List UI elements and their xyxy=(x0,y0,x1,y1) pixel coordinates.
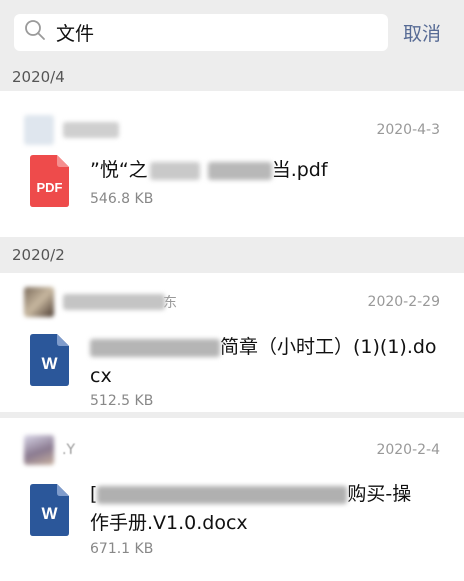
sender-row: 2020-4-3 xyxy=(0,112,464,148)
file-name: [购买-操 作手册.V1.0.docx xyxy=(90,483,412,534)
section-header-2020-4: 2020/4 xyxy=(12,68,65,86)
word-file-icon: W xyxy=(30,334,69,386)
file-row: PDF ”悦“之 当.pdf 546.8 KB xyxy=(0,155,464,209)
file-list-item[interactable]: 东 2020-2-29 W 简章（小时工）(1)(1).docx 512.5 K… xyxy=(0,273,464,412)
word-file-icon: W xyxy=(30,484,69,536)
file-row: W 简章（小时工）(1)(1).docx 512.5 KB xyxy=(0,334,464,411)
file-list-item[interactable]: .Y 2020-2-4 W [购买-操 作手册.V1.0.docx 671.1 … xyxy=(0,418,464,581)
file-size: 512.5 KB xyxy=(90,393,154,409)
file-name: ”悦“之 当.pdf xyxy=(90,159,328,181)
sender-date: 2020-2-29 xyxy=(367,294,440,310)
pdf-file-icon: PDF xyxy=(30,155,69,207)
search-bar: 取消 xyxy=(0,0,464,64)
file-name: 简章（小时工）(1)(1).docx xyxy=(90,336,437,387)
sender-row: 东 2020-2-29 xyxy=(0,284,464,320)
file-row: W [购买-操 作手册.V1.0.docx 671.1 KB xyxy=(0,482,464,559)
sender-date: 2020-4-3 xyxy=(376,122,440,138)
file-list-item[interactable]: 2020-4-3 PDF ”悦“之 当.pdf 546.8 KB xyxy=(0,91,464,237)
sender-name xyxy=(63,294,165,310)
sender-name-visible: .Y xyxy=(62,442,76,458)
search-input[interactable] xyxy=(56,21,356,43)
cancel-button[interactable]: 取消 xyxy=(403,19,441,46)
search-icon xyxy=(24,19,46,45)
section-header-2020-2: 2020/2 xyxy=(12,246,65,264)
sender-name xyxy=(63,122,119,138)
avatar xyxy=(24,435,54,465)
avatar xyxy=(24,287,54,317)
sender-name-visible: 东 xyxy=(163,295,177,311)
sender-row: .Y 2020-2-4 xyxy=(0,432,464,468)
search-box[interactable] xyxy=(14,13,388,51)
file-size: 546.8 KB xyxy=(90,191,154,207)
avatar xyxy=(24,115,54,145)
sender-date: 2020-2-4 xyxy=(376,442,440,458)
file-size: 671.1 KB xyxy=(90,541,154,557)
